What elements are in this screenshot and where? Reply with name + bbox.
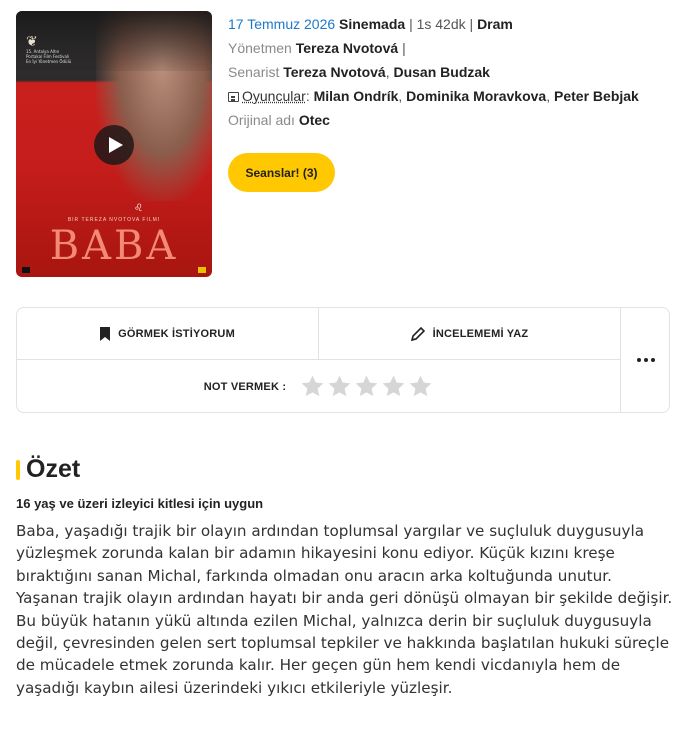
star-icon[interactable]: [408, 374, 433, 399]
rating-logo-icon: [22, 267, 30, 273]
festival-laurel: ❦ 15. Antalya Altın Portakal Film Festiv…: [26, 35, 72, 75]
director-row: Yönetmen Tereza Nvotová |: [228, 39, 648, 58]
watchlist-label: GÖRMEK İSTİYORUM: [118, 327, 235, 340]
summary-title: Özet: [26, 455, 81, 483]
writer-link[interactable]: Dusan Budzak: [393, 64, 489, 80]
star-rating[interactable]: [300, 374, 433, 399]
separator: |: [409, 16, 413, 32]
writer-row: Senarist Tereza Nvotová, Dusan Budzak: [228, 64, 490, 80]
director-label: Yönetmen: [228, 40, 292, 56]
star-icon[interactable]: [354, 374, 379, 399]
venice-lion-icon: ♌: [134, 203, 143, 214]
summary-heading: Özet: [16, 455, 80, 484]
star-icon[interactable]: [327, 374, 352, 399]
poster-title: BABA: [49, 223, 179, 269]
pencil-icon: [410, 326, 425, 341]
user-actions-panel: GÖRMEK İSTİYORUM İNCELEMEMİ YAZ NOT VERM…: [16, 307, 670, 413]
more-dots-icon: [636, 358, 655, 362]
rate-label: NOT VERMEK :: [203, 380, 287, 393]
more-options-button[interactable]: [620, 308, 670, 412]
duration: 1s 42dk: [416, 16, 466, 32]
play-icon: [108, 137, 123, 153]
cast-link[interactable]: Milan Ondrík: [314, 88, 399, 104]
festival-text: 15. Antalya Altın Portakal Film Festival…: [26, 49, 72, 64]
age-rating-icon: [198, 267, 206, 273]
movie-meta: 17 Temmuz 2026 Sinemada | 1s 42dk | Dram…: [228, 15, 648, 135]
separator: |: [469, 16, 474, 32]
separator: |: [402, 40, 406, 56]
laurel-icon: ❦: [26, 34, 38, 50]
sessions-button[interactable]: Seanslar! (3): [228, 153, 335, 192]
release-status: Sinemada: [339, 16, 406, 32]
cast-link[interactable]: Peter Bebjak: [554, 88, 639, 104]
original-title-row: Orijinal adı Otec: [228, 111, 648, 130]
director-link[interactable]: Tereza Nvotová: [296, 40, 398, 56]
star-icon[interactable]: [300, 374, 325, 399]
cast-list-icon: [228, 92, 239, 102]
write-review-button[interactable]: İNCELEMEMİ YAZ: [318, 308, 620, 359]
write-review-label: İNCELEMEMİ YAZ: [432, 327, 529, 340]
action-row: GÖRMEK İSTİYORUM İNCELEMEMİ YAZ: [17, 308, 620, 360]
cast-link[interactable]: Dominika Moravkova: [406, 88, 546, 104]
rating-row: NOT VERMEK :: [17, 361, 620, 412]
age-rating-note: 16 yaş ve üzeri izleyici kitlesi için uy…: [16, 496, 264, 511]
cast-label[interactable]: Oyuncular: [242, 88, 306, 104]
accent-bar: [16, 459, 20, 480]
bookmark-icon: [100, 326, 111, 341]
original-title-label: Orijinal adı: [228, 112, 295, 128]
release-row: 17 Temmuz 2026 Sinemada | 1s 42dk | Dram: [228, 15, 648, 34]
movie-poster[interactable]: ❦ 15. Antalya Altın Portakal Film Festiv…: [16, 11, 212, 277]
play-trailer-button[interactable]: [94, 125, 134, 165]
original-title: Otec: [298, 112, 330, 128]
genre-link[interactable]: Dram: [477, 16, 513, 32]
writer-link[interactable]: Tereza Nvotová: [283, 64, 385, 80]
cast-row: Oyuncular: Milan Ondrík, Dominika Moravk…: [228, 87, 648, 106]
summary-text: Baba, yaşadığı trajik bir olayın ardında…: [16, 522, 673, 697]
star-icon[interactable]: [381, 374, 406, 399]
watchlist-button[interactable]: GÖRMEK İSTİYORUM: [17, 308, 318, 359]
release-date[interactable]: 17 Temmuz 2026: [228, 16, 335, 32]
writer-label: Senarist: [228, 64, 280, 80]
